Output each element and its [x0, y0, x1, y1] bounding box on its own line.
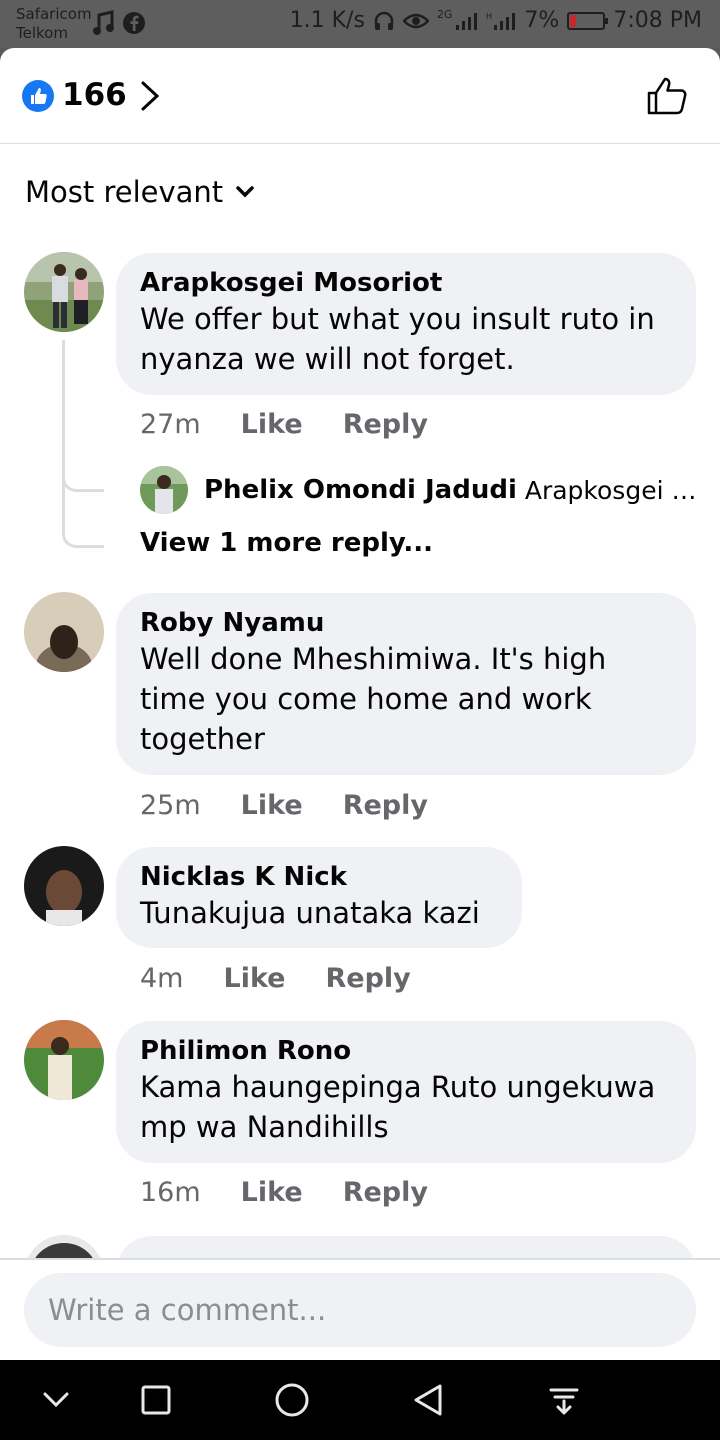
reply-author[interactable]: Phelix Omondi Jadudi — [204, 475, 517, 505]
commenter-name[interactable]: Nicklas K Nick — [140, 861, 498, 893]
commenter-name[interactable]: Roby Nyamu — [140, 607, 672, 639]
comment-composer[interactable] — [24, 1273, 696, 1347]
comment-actions: 16m Like Reply — [140, 1176, 428, 1210]
facebook-icon — [123, 12, 145, 34]
system-navigation-bar — [0, 1360, 720, 1440]
reactions-header[interactable]: 166 — [0, 48, 720, 144]
svg-text:H: H — [486, 12, 492, 21]
chevron-right-icon[interactable] — [138, 80, 162, 112]
comment-text: Well done Mheshimiwa. It's high — [140, 642, 607, 676]
net-speed: 1.1 K/s — [289, 8, 365, 33]
comment-actions: 25m Like Reply — [140, 789, 428, 823]
status-bar: Safaricom Telkom 1.1 K/s 2G H 7% 7:08 PM — [0, 0, 720, 48]
comment-time: 16m — [140, 1177, 201, 1208]
circle-icon[interactable] — [272, 1380, 312, 1420]
composer-bar — [0, 1260, 720, 1360]
carrier-2: Telkom — [16, 24, 68, 42]
comments-sheet: 166 Most relevant Arapkosgei Mosoriot We… — [0, 48, 720, 1360]
comment-time: 27m — [140, 409, 201, 440]
reply-button[interactable]: Reply — [326, 962, 411, 996]
reply-preview[interactable]: Phelix Omondi Jadudi Arapkosgei M... — [140, 466, 700, 514]
comment-text: Tunakujua unataka kazi — [140, 896, 480, 930]
comment-actions: 27m Like Reply — [140, 408, 428, 442]
commenter-name[interactable]: Philimon Rono — [140, 1035, 672, 1067]
battery-percent: 7% — [524, 8, 560, 33]
signal-icon — [456, 12, 478, 30]
comment-text: together — [140, 722, 265, 756]
reply-snippet: Arapkosgei M... — [524, 475, 700, 505]
avatar[interactable] — [140, 466, 188, 514]
comment-text: We offer but what you insult ruto in — [140, 302, 655, 336]
carrier-1: Safaricom — [16, 5, 92, 23]
signal-icon-2: H — [486, 12, 516, 30]
avatar[interactable] — [24, 252, 104, 332]
comment-bubble[interactable]: Roby Nyamu Well done Mheshimiwa. It's hi… — [116, 593, 696, 775]
like-button[interactable]: Like — [241, 408, 303, 442]
comment-bubble[interactable]: Nicklas K Nick Tunakujua unataka kazi — [116, 847, 522, 948]
notification-icons — [92, 10, 146, 36]
commenter-name[interactable]: Arapkosgei Mosoriot — [140, 267, 672, 299]
eye-icon — [402, 13, 429, 28]
sort-label: Most relevant — [25, 175, 224, 209]
avatar[interactable] — [24, 846, 104, 926]
system-status: 1.1 K/s 2G H 7% 7:08 PM — [290, 8, 702, 33]
view-more-replies[interactable]: View 1 more reply... — [140, 528, 433, 558]
reaction-count[interactable]: 166 — [62, 76, 127, 114]
triangle-back-icon[interactable] — [408, 1380, 448, 1420]
comment-text: time you come home and work — [140, 682, 592, 716]
comment-text: nyanza we will not forget. — [140, 342, 515, 376]
comment-input[interactable] — [24, 1273, 696, 1347]
comment-text: mp wa Nandihills — [140, 1110, 389, 1144]
thumbs-up-outline-icon[interactable] — [646, 76, 688, 116]
chevron-down-icon[interactable] — [36, 1380, 76, 1420]
sort-dropdown[interactable]: Most relevant — [25, 174, 255, 210]
headset-icon — [374, 11, 394, 30]
like-button[interactable]: Like — [223, 962, 285, 996]
comment-bubble[interactable]: Philimon Rono Kama haungepinga Ruto unge… — [116, 1021, 696, 1163]
avatar[interactable] — [24, 592, 104, 672]
square-icon[interactable] — [136, 1380, 176, 1420]
music-note-icon — [93, 10, 114, 35]
battery-icon — [567, 11, 609, 30]
carrier-labels: Safaricom Telkom — [16, 5, 92, 43]
avatar[interactable] — [24, 1020, 104, 1100]
reply-button[interactable]: Reply — [343, 1176, 428, 1210]
thread-elbow — [62, 486, 104, 548]
comment-text: Kama haungepinga Ruto ungekuwa — [140, 1070, 656, 1104]
comment-actions: 4m Like Reply — [140, 962, 411, 996]
comment-bubble[interactable]: Arapkosgei Mosoriot We offer but what yo… — [116, 253, 696, 395]
like-button[interactable]: Like — [241, 789, 303, 823]
chevron-down-icon — [236, 186, 254, 198]
comment-time: 25m — [140, 790, 201, 821]
notification-drawer-icon[interactable] — [544, 1380, 584, 1420]
clock: 7:08 PM — [613, 8, 702, 33]
reply-button[interactable]: Reply — [343, 789, 428, 823]
like-button[interactable]: Like — [241, 1176, 303, 1210]
reply-button[interactable]: Reply — [343, 408, 428, 442]
network-type: 2G — [436, 8, 453, 21]
thumbs-up-icon — [22, 80, 54, 112]
comment-time: 4m — [140, 963, 184, 994]
